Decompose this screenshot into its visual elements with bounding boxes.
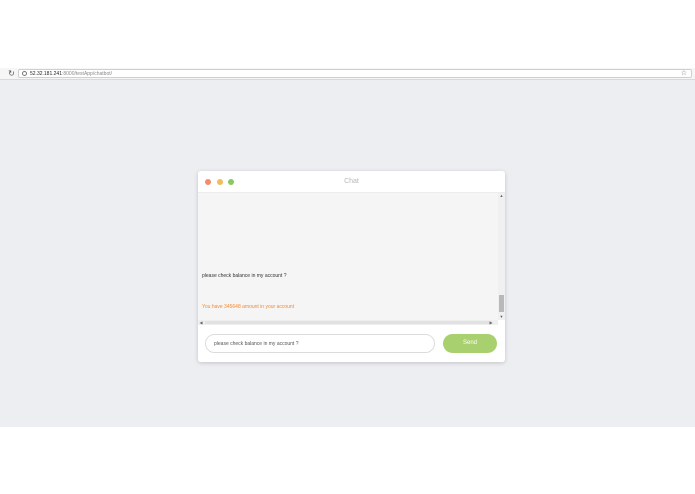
user-message: please check balance in my account ? (202, 273, 287, 279)
chat-titlebar: Chat (198, 171, 505, 193)
url-path: :8000/testApp/chatbot/ (61, 71, 113, 77)
scroll-up-arrow-icon[interactable]: ▲ (498, 193, 505, 199)
star-icon[interactable]: ☆ (681, 70, 687, 78)
bottom-blank-area (0, 427, 695, 494)
vertical-scroll-thumb[interactable] (499, 295, 504, 312)
bot-message: You have 345648 amount in your account (202, 304, 295, 310)
info-icon[interactable] (22, 71, 27, 76)
message-list: please check balance in my account ? You… (198, 193, 498, 320)
address-bar: ↻ 52.32.181.241:8000/testApp/chatbot/ ☆ (0, 68, 695, 80)
url-field[interactable]: 52.32.181.241:8000/testApp/chatbot/ ☆ (18, 69, 692, 78)
chat-title: Chat (344, 178, 359, 185)
url-host: 52.32.181.241 (30, 71, 62, 77)
url-text[interactable]: 52.32.181.241:8000/testApp/chatbot/ (30, 70, 112, 78)
scroll-down-arrow-icon[interactable]: ▼ (498, 314, 505, 320)
top-blank-area (0, 0, 695, 68)
message-input[interactable] (205, 334, 435, 353)
chat-input-area: Send (198, 325, 505, 362)
vertical-scrollbar[interactable]: ▲ ▼ (498, 193, 505, 320)
reload-icon[interactable]: ↻ (7, 69, 16, 78)
chat-window: Chat please check balance in my account … (198, 171, 505, 362)
horizontal-scroll-thumb[interactable] (205, 321, 491, 324)
send-button[interactable]: Send (443, 334, 497, 353)
